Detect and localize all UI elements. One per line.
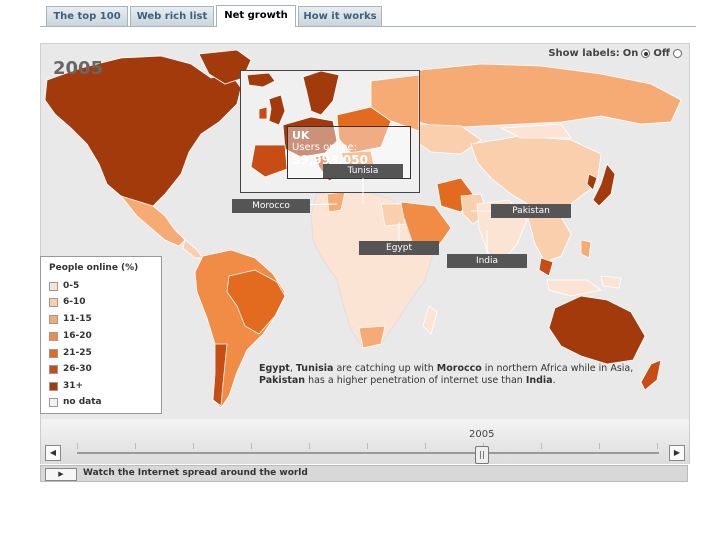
legend-swatch [49, 381, 58, 391]
legend-swatch [49, 281, 58, 291]
tab-web-rich-list[interactable]: Web rich list [130, 6, 214, 26]
play-label: Watch the Internet spread around the wor… [83, 468, 308, 478]
timeline-track[interactable] [77, 452, 659, 454]
play-button[interactable]: ▶ [45, 468, 77, 481]
legend-item: 26-30 [49, 362, 92, 376]
legend-item: no data [49, 395, 102, 409]
legend-item: 31+ [49, 379, 83, 393]
timeline-tick [193, 443, 194, 449]
timeline-prev-button[interactable]: ◀ [45, 445, 61, 461]
tab-net-growth[interactable]: Net growth [216, 5, 296, 27]
legend-swatch [49, 364, 58, 374]
tab-how-it-works[interactable]: How it works [298, 6, 382, 26]
legend-item: 0-5 [49, 279, 79, 293]
timeline-next-button[interactable]: ▶ [669, 445, 685, 461]
legend-swatch [49, 297, 58, 307]
timeline-tick [425, 443, 426, 449]
country-label-pakistan[interactable]: Pakistan [491, 204, 571, 218]
legend-item: 11-15 [49, 312, 92, 326]
timeline-tick [657, 443, 658, 449]
legend-swatch [49, 314, 58, 324]
timeline-year: 2005 [469, 429, 495, 440]
map-legend: People online (%) 0-5 6-10 11-15 16-20 2… [40, 256, 162, 414]
legend-title: People online (%) [49, 263, 139, 273]
timeline-tick [309, 443, 310, 449]
year-timeline: 2005 ◀ || ▶ [40, 419, 690, 464]
country-label-egypt[interactable]: Egypt [359, 241, 439, 255]
tab-top-100[interactable]: The top 100 [46, 6, 128, 26]
legend-item: 16-20 [49, 329, 92, 343]
legend-swatch [49, 397, 58, 407]
legend-item: 21-25 [49, 346, 92, 360]
timeline-tick [251, 443, 252, 449]
legend-swatch [49, 348, 58, 358]
timeline-slider-handle[interactable]: || [475, 446, 489, 464]
timeline-tick [541, 443, 542, 449]
country-label-morocco[interactable]: Morocco [232, 199, 310, 213]
map-caption: Egypt, Tunisia are catching up with Moro… [259, 363, 634, 386]
legend-item: 6-10 [49, 295, 86, 309]
timeline-tick [135, 443, 136, 449]
country-label-india[interactable]: India [447, 254, 527, 268]
timeline-tick [367, 443, 368, 449]
timeline-tick [77, 443, 78, 449]
legend-swatch [49, 331, 58, 341]
play-bar: ▶ Watch the Internet spread around the w… [40, 465, 688, 482]
tab-bar: The top 100 Web rich list Net growth How… [40, 4, 696, 27]
country-label-tunisia[interactable]: Tunisia [323, 164, 403, 178]
timeline-tick [599, 443, 600, 449]
